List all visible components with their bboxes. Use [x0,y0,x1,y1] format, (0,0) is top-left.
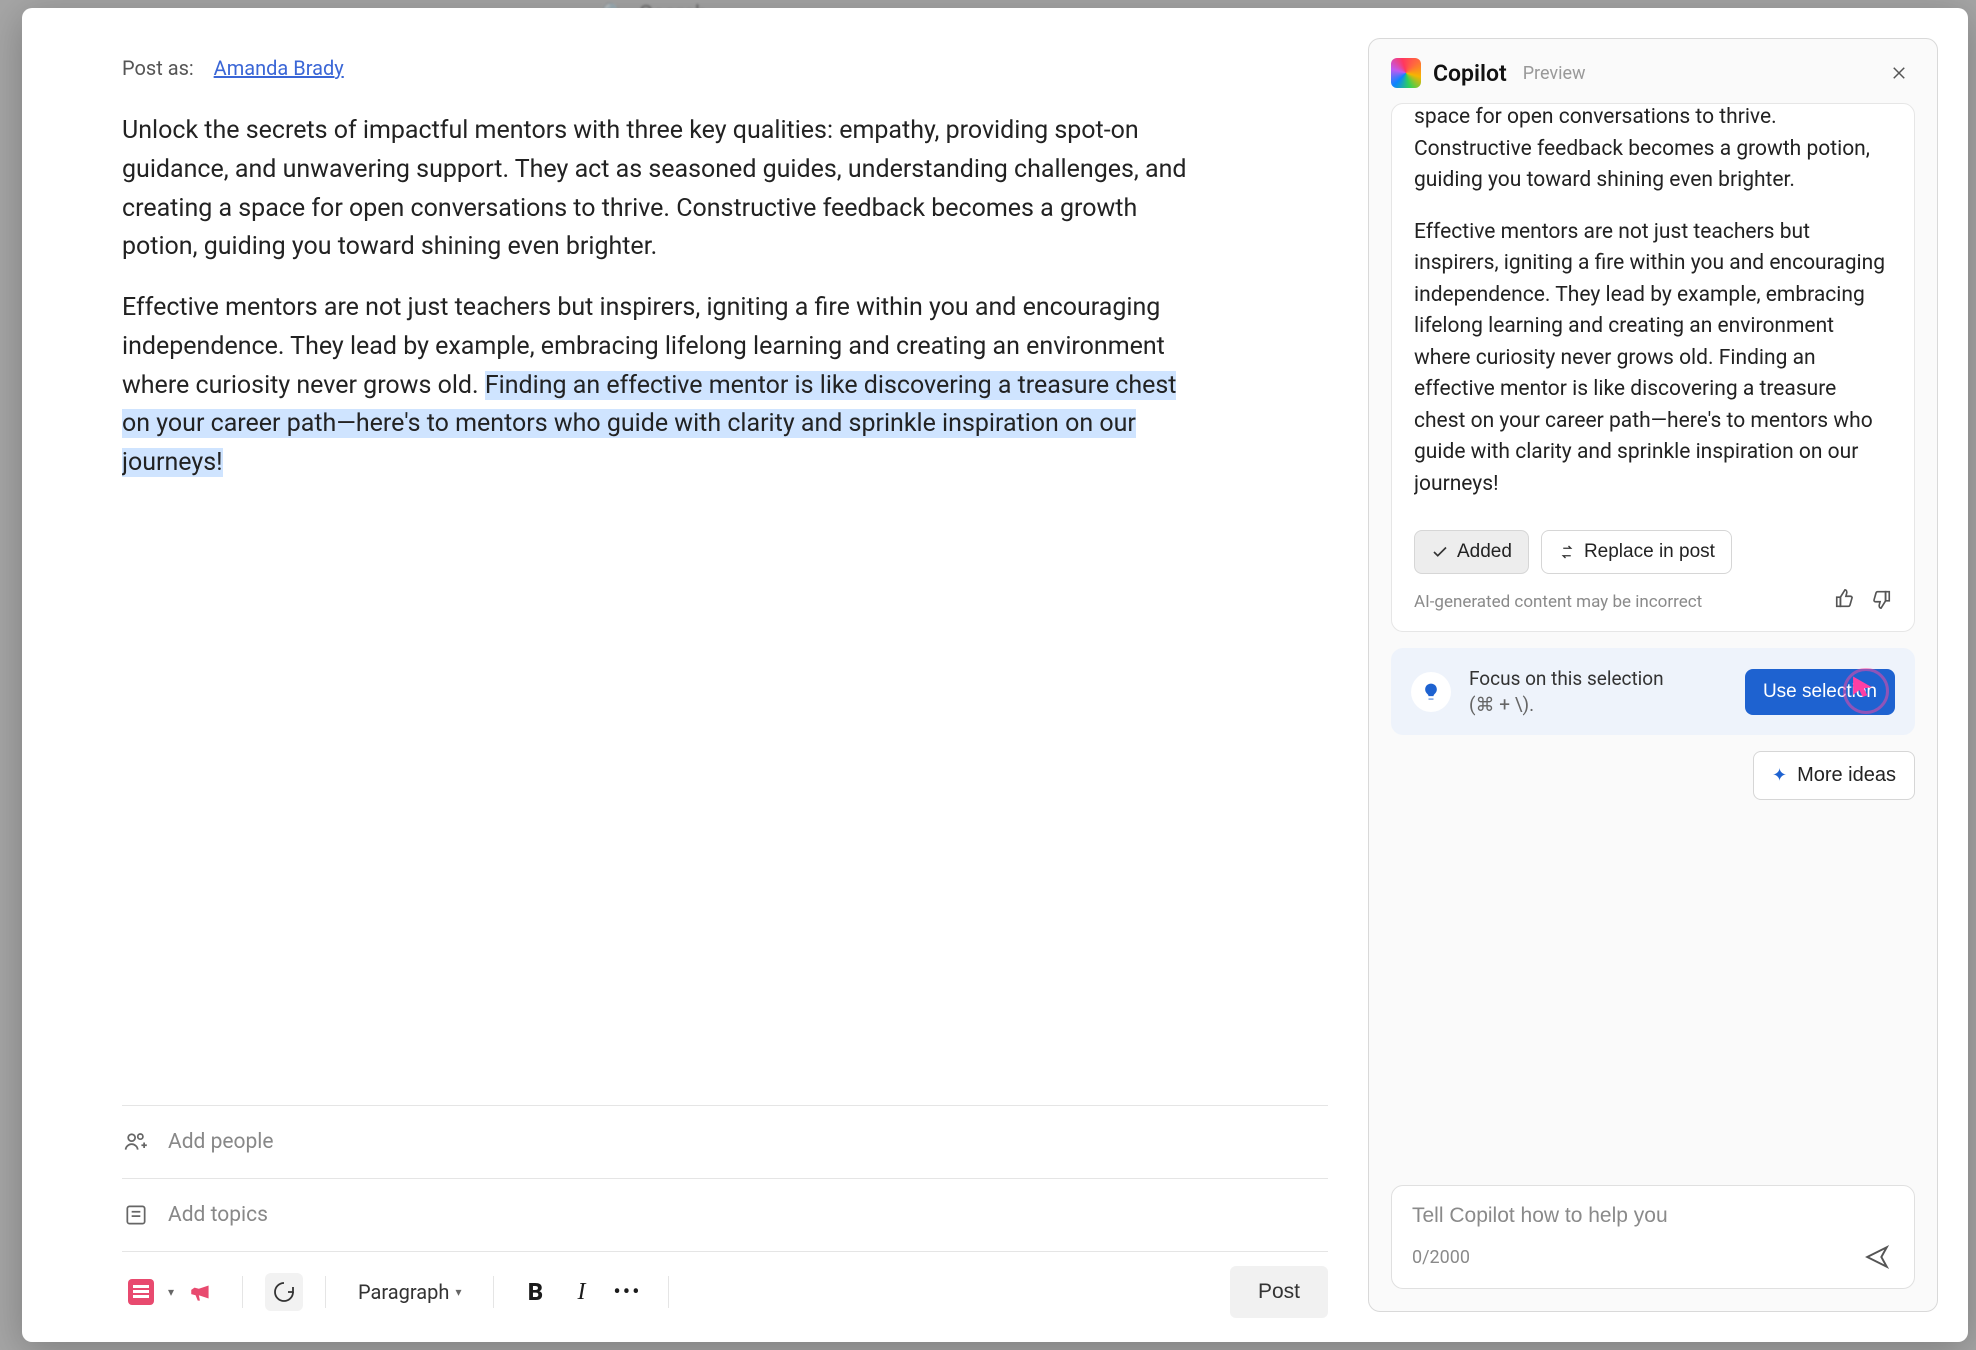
copilot-title: Copilot [1433,60,1507,87]
chevron-down-icon: ▾ [455,1285,461,1299]
copilot-char-count: 0/2000 [1412,1247,1470,1268]
bold-button[interactable]: B [516,1273,554,1311]
use-selection-button[interactable]: Use selection [1745,669,1895,715]
thumbs-down-button[interactable] [1870,588,1892,615]
lightbulb-icon [1411,672,1451,712]
copilot-prompt-input[interactable] [1412,1204,1894,1228]
people-add-icon [122,1128,150,1156]
copilot-response-card: Unlock the secrets of impactful mentors … [1391,103,1915,632]
content-paragraph-2: Effective mentors are not just teachers … [122,289,1202,483]
copilot-header: Copilot Preview [1369,39,1937,103]
editor-column: Post as: Amanda Brady Unlock the secrets… [22,8,1368,1342]
post-as-author[interactable]: Amanda Brady [214,56,344,80]
document-type-button[interactable] [122,1273,160,1311]
italic-icon: I [577,1279,585,1306]
more-formatting-button[interactable]: ••• [608,1273,646,1311]
announcement-button[interactable] [182,1273,220,1311]
copilot-logo-icon [1391,58,1421,88]
add-people-row[interactable]: Add people [122,1105,1328,1178]
copilot-panel: Copilot Preview Unlock the secrets of im… [1368,38,1938,1312]
megaphone-icon [188,1279,214,1305]
post-as-line: Post as: Amanda Brady [122,56,1328,80]
bold-icon: B [528,1278,543,1306]
added-button[interactable]: Added [1414,530,1529,574]
editor-toolbar: ▾ [122,1251,1328,1322]
thumbs-up-icon [1834,588,1856,610]
focus-selection-card: Focus on this selection (⌘ + \). Use sel… [1391,648,1915,735]
close-icon [1890,64,1908,82]
loop-icon [272,1280,296,1304]
copilot-send-button[interactable] [1860,1240,1894,1274]
ellipsis-icon: ••• [613,1280,641,1305]
focus-selection-text: Focus on this selection (⌘ + \). [1469,666,1727,717]
add-people-label: Add people [168,1130,274,1154]
copilot-input-box: 0/2000 [1391,1185,1915,1289]
post-content-editor[interactable]: Unlock the secrets of impactful mentors … [122,112,1202,1105]
copilot-preview-badge: Preview [1523,63,1586,84]
chevron-down-icon[interactable]: ▾ [168,1285,174,1299]
thumbs-up-button[interactable] [1834,588,1856,615]
content-paragraph-1: Unlock the secrets of impactful mentors … [122,112,1202,267]
more-ideas-button[interactable]: ✦ More ideas [1753,751,1915,800]
ai-disclaimer-text: AI-generated content may be incorrect [1414,592,1702,612]
paragraph-style-dropdown[interactable]: Paragraph ▾ [348,1274,471,1310]
thumbs-down-icon [1870,588,1892,610]
topic-icon [122,1201,150,1229]
sparkle-icon: ✦ [1772,765,1787,786]
add-topics-label: Add topics [168,1203,268,1227]
copilot-response-text: Unlock the secrets of impactful mentors … [1414,104,1892,500]
copilot-response-actions: Added Replace in post [1414,530,1892,574]
ai-disclaimer-row: AI-generated content may be incorrect [1414,588,1892,615]
replace-in-post-button[interactable]: Replace in post [1541,530,1732,574]
compose-modal: Post as: Amanda Brady Unlock the secrets… [22,8,1968,1342]
copilot-body: Unlock the secrets of impactful mentors … [1369,103,1937,1179]
copilot-close-button[interactable] [1883,57,1915,89]
add-topics-row[interactable]: Add topics [122,1178,1328,1251]
send-icon [1864,1244,1890,1270]
italic-button[interactable]: I [562,1273,600,1311]
paragraph-style-label: Paragraph [358,1280,449,1304]
post-button[interactable]: Post [1230,1266,1328,1318]
loop-component-button[interactable] [265,1273,303,1311]
post-as-label: Post as: [122,56,194,80]
document-icon [128,1279,154,1305]
check-icon [1431,543,1449,561]
replace-icon [1558,543,1576,561]
